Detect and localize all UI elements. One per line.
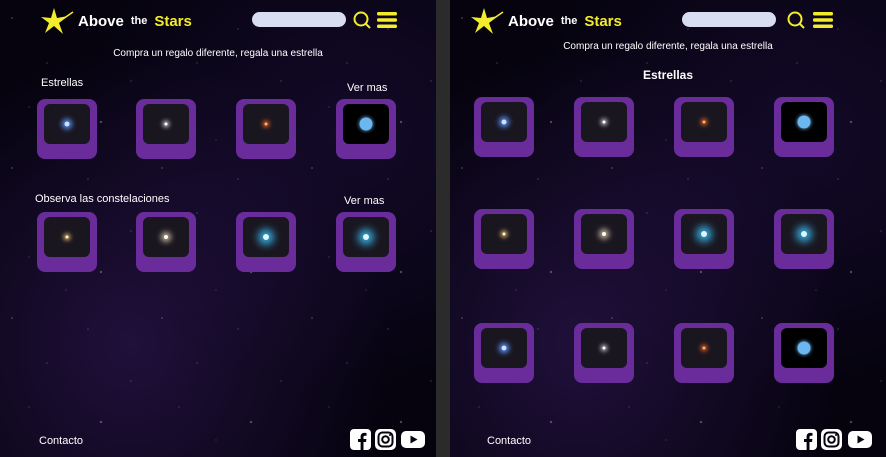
search-icon[interactable] [353,11,371,29]
instagram-icon[interactable] [821,429,842,450]
star-image [581,102,627,142]
star-tile-warm-white-star[interactable] [136,212,196,272]
home-panel: Above the Stars Compra un regalo diferen… [0,0,436,457]
star-tile-yellow-star[interactable] [37,212,97,272]
star-glow [702,346,706,350]
star-image [481,102,527,142]
star-glow [363,234,369,240]
star-image [681,214,727,254]
brand-word-above: Above [78,12,124,30]
star-image [481,328,527,368]
search-input[interactable] [252,12,346,27]
star-glow [602,346,606,350]
star-tile-blue-planet[interactable] [336,99,396,159]
youtube-icon[interactable] [848,429,872,450]
star-image [781,328,827,368]
star-tile-cyan-star[interactable] [236,212,296,272]
star-glow [164,235,168,239]
star-tile-orange-star[interactable] [674,97,734,157]
page-title: Estrellas [642,68,694,82]
contact-link[interactable]: Contacto [487,435,531,447]
logo[interactable]: Above the Stars [470,6,622,36]
star-tile-blue-planet[interactable] [774,323,834,383]
star-glow [65,235,69,239]
star-image [481,214,527,254]
brand-word-stars: Stars [154,12,192,30]
logo[interactable]: Above the Stars [40,6,192,36]
star-tile-orange-star[interactable] [236,99,296,159]
facebook-icon[interactable] [350,429,371,450]
star-logo-icon [41,8,74,34]
star-image [681,102,727,142]
section-stars-label: Estrellas [41,77,84,89]
star-glow [602,232,606,236]
instagram-icon[interactable] [375,429,396,450]
search-input[interactable] [682,12,776,27]
star-glow [501,345,507,351]
star-image [44,217,90,257]
star-image [581,214,627,254]
star-image [343,217,389,257]
brand-word-the: the [130,15,148,27]
split-divider [436,0,450,457]
stars-catalog-panel: Above the Stars Compra un regalo diferen… [450,0,886,457]
star-image [243,104,289,144]
star-glow [502,232,506,236]
star-tile-white-star[interactable] [136,99,196,159]
star-image [781,214,827,254]
star-glow [359,117,373,131]
search-icon[interactable] [787,11,805,29]
star-logo-icon [471,8,504,34]
hamburger-menu-icon[interactable] [377,11,397,29]
star-image [143,104,189,144]
star-image [143,217,189,257]
star-tile-blue-star[interactable] [37,99,97,159]
star-tile-blue-star[interactable] [474,323,534,383]
star-tile-white-star[interactable] [574,323,634,383]
star-image [243,217,289,257]
see-more-constellations-link[interactable]: Ver mas [344,195,384,207]
star-tile-orange-star[interactable] [674,323,734,383]
brand-word-stars: Stars [584,12,622,30]
star-glow [264,122,268,126]
star-glow [797,115,811,129]
brand-word-the: the [560,15,578,27]
star-glow [702,120,706,124]
star-glow [701,231,707,237]
star-glow [801,231,807,237]
tagline: Compra un regalo diferente, regala una e… [563,41,773,52]
brand-word-above: Above [508,12,554,30]
tagline: Compra un regalo diferente, regala una e… [113,48,323,59]
star-glow [164,122,168,126]
star-glow [797,341,811,355]
youtube-icon[interactable] [401,429,425,450]
star-glow [263,234,269,240]
contact-link[interactable]: Contacto [39,435,83,447]
star-tile-cyan-star[interactable] [774,209,834,269]
star-tile-cyan-star[interactable] [674,209,734,269]
star-glow [602,120,606,124]
star-tile-warm-white-star[interactable] [574,209,634,269]
star-tile-yellow-star[interactable] [474,209,534,269]
star-image [681,328,727,368]
star-glow [501,119,507,125]
facebook-icon[interactable] [796,429,817,450]
star-image [781,102,827,142]
see-more-stars-link[interactable]: Ver mas [347,82,387,94]
star-tile-cyan-star[interactable] [336,212,396,272]
star-tile-white-star[interactable] [574,97,634,157]
star-tile-blue-planet[interactable] [774,97,834,157]
star-image [343,104,389,144]
star-tile-blue-star[interactable] [474,97,534,157]
hamburger-menu-icon[interactable] [813,11,833,29]
section-constellations-label: Observa las constelaciones [35,193,170,205]
star-image [581,328,627,368]
star-glow [64,121,70,127]
star-image [44,104,90,144]
